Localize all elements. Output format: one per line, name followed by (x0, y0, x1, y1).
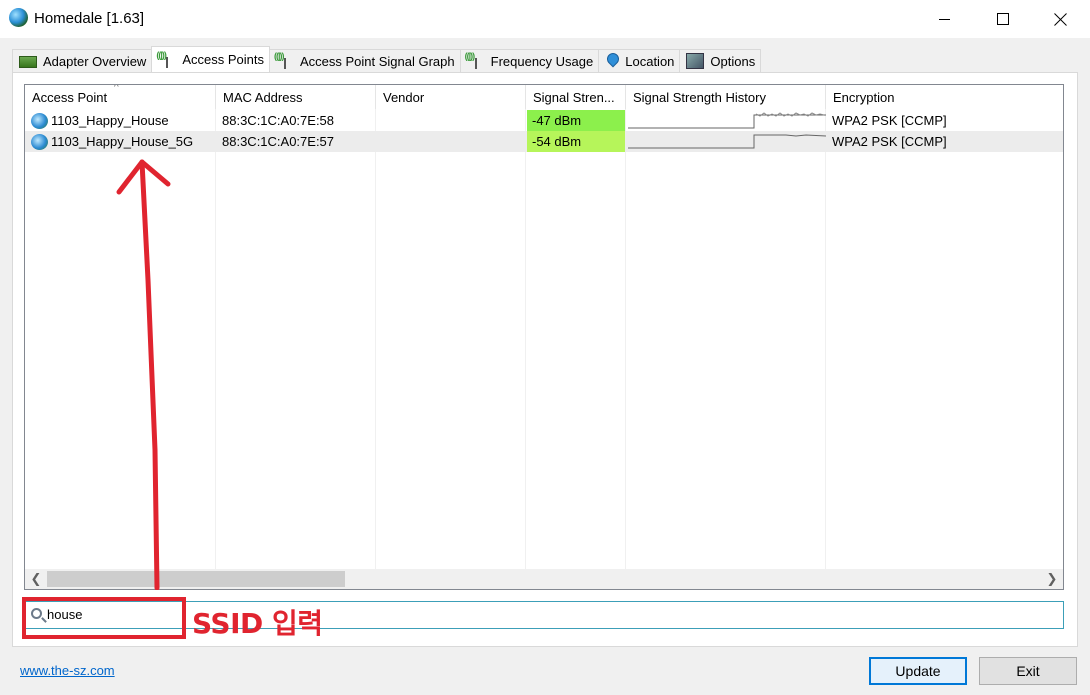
annotation-highlight-box (22, 597, 186, 639)
tab-label: Options (710, 53, 756, 69)
tab-options[interactable]: Options (679, 49, 762, 72)
options-icon (686, 53, 705, 69)
tab-label: Access Point Signal Graph (299, 53, 455, 69)
tab-label: Adapter Overview (43, 53, 147, 69)
tab-access-points[interactable]: Access Points (151, 46, 270, 72)
column-header-vendor[interactable]: Vendor (376, 85, 526, 109)
tab-access-point-signal-graph[interactable]: Access Point Signal Graph (268, 49, 461, 72)
tab-label: Frequency Usage (490, 53, 594, 69)
list-header: Access Point ^ MAC Address Vendor Signal… (25, 85, 1063, 109)
access-point-cell: 1103_Happy_House (25, 110, 216, 131)
signal-strength-cell: -54 dBm (526, 131, 626, 152)
window-title: Homedale [1.63] (34, 10, 145, 27)
minimize-icon (938, 18, 950, 20)
column-header-signal-strength[interactable]: Signal Stren... (526, 85, 626, 109)
scroll-left-icon[interactable]: ❮ (29, 572, 43, 586)
table-row[interactable]: 1103_Happy_House 88:3C:1C:A0:7E:58 -47 d… (25, 110, 1063, 131)
access-point-cell: 1103_Happy_House_5G (25, 131, 216, 152)
title-bar: Homedale [1.63] (0, 0, 1090, 38)
signal-strength-history-cell (626, 110, 826, 131)
tab-bar: Adapter Overview Access Points Access Po… (12, 46, 762, 72)
column-header-access-point[interactable]: Access Point ^ (25, 85, 216, 109)
vendor-cell (376, 131, 526, 152)
mac-address-cell: 88:3C:1C:A0:7E:58 (222, 113, 335, 128)
annotation-label: SSID 입력 (192, 607, 323, 640)
signal-history-sparkline (628, 134, 826, 149)
scroll-right-icon[interactable]: ❯ (1045, 572, 1059, 586)
website-link[interactable]: www.the-sz.com (20, 663, 115, 678)
location-pin-icon (605, 53, 619, 69)
signal-strength-history-cell (626, 131, 826, 152)
horizontal-scrollbar[interactable]: ❮ ❯ (25, 569, 1063, 589)
mac-address-cell: 88:3C:1C:A0:7E:57 (222, 134, 335, 149)
minimize-button[interactable] (921, 0, 967, 38)
column-header-encryption[interactable]: Encryption (826, 85, 1063, 109)
maximize-icon (997, 13, 1009, 25)
vendor-cell (376, 110, 526, 131)
column-header-mac-address[interactable]: MAC Address (216, 85, 376, 109)
signal-history-sparkline (628, 112, 826, 129)
antenna-icon (274, 51, 294, 69)
tab-label: Location (625, 53, 675, 69)
tab-adapter-overview[interactable]: Adapter Overview (12, 49, 153, 72)
antenna-icon (465, 51, 485, 69)
scrollbar-thumb[interactable] (47, 571, 345, 587)
encryption-cell: WPA2 PSK [CCMP] (832, 113, 947, 128)
encryption-cell: WPA2 PSK [CCMP] (832, 134, 947, 149)
close-button[interactable] (1038, 0, 1084, 38)
column-header-signal-strength-history[interactable]: Signal Strength History (626, 85, 826, 109)
access-point-icon (31, 112, 48, 129)
list-rows: 1103_Happy_House 88:3C:1C:A0:7E:58 -47 d… (25, 110, 1063, 152)
access-point-icon (31, 133, 48, 150)
close-icon (1054, 12, 1068, 26)
update-button[interactable]: Update (869, 657, 967, 685)
tab-location[interactable]: Location (598, 49, 681, 72)
annotation-arrow (116, 159, 171, 590)
table-row[interactable]: 1103_Happy_House_5G 88:3C:1C:A0:7E:57 -5… (25, 131, 1063, 152)
exit-button[interactable]: Exit (979, 657, 1077, 685)
adapter-icon (19, 56, 37, 68)
maximize-button[interactable] (980, 0, 1026, 38)
access-point-list[interactable]: Access Point ^ MAC Address Vendor Signal… (24, 84, 1064, 590)
antenna-icon (156, 50, 176, 68)
tab-label: Access Points (182, 52, 264, 67)
tab-frequency-usage[interactable]: Frequency Usage (459, 49, 600, 72)
sort-ascending-icon: ^ (114, 85, 119, 93)
app-globe-icon (9, 8, 28, 27)
signal-strength-cell: -47 dBm (526, 110, 626, 131)
